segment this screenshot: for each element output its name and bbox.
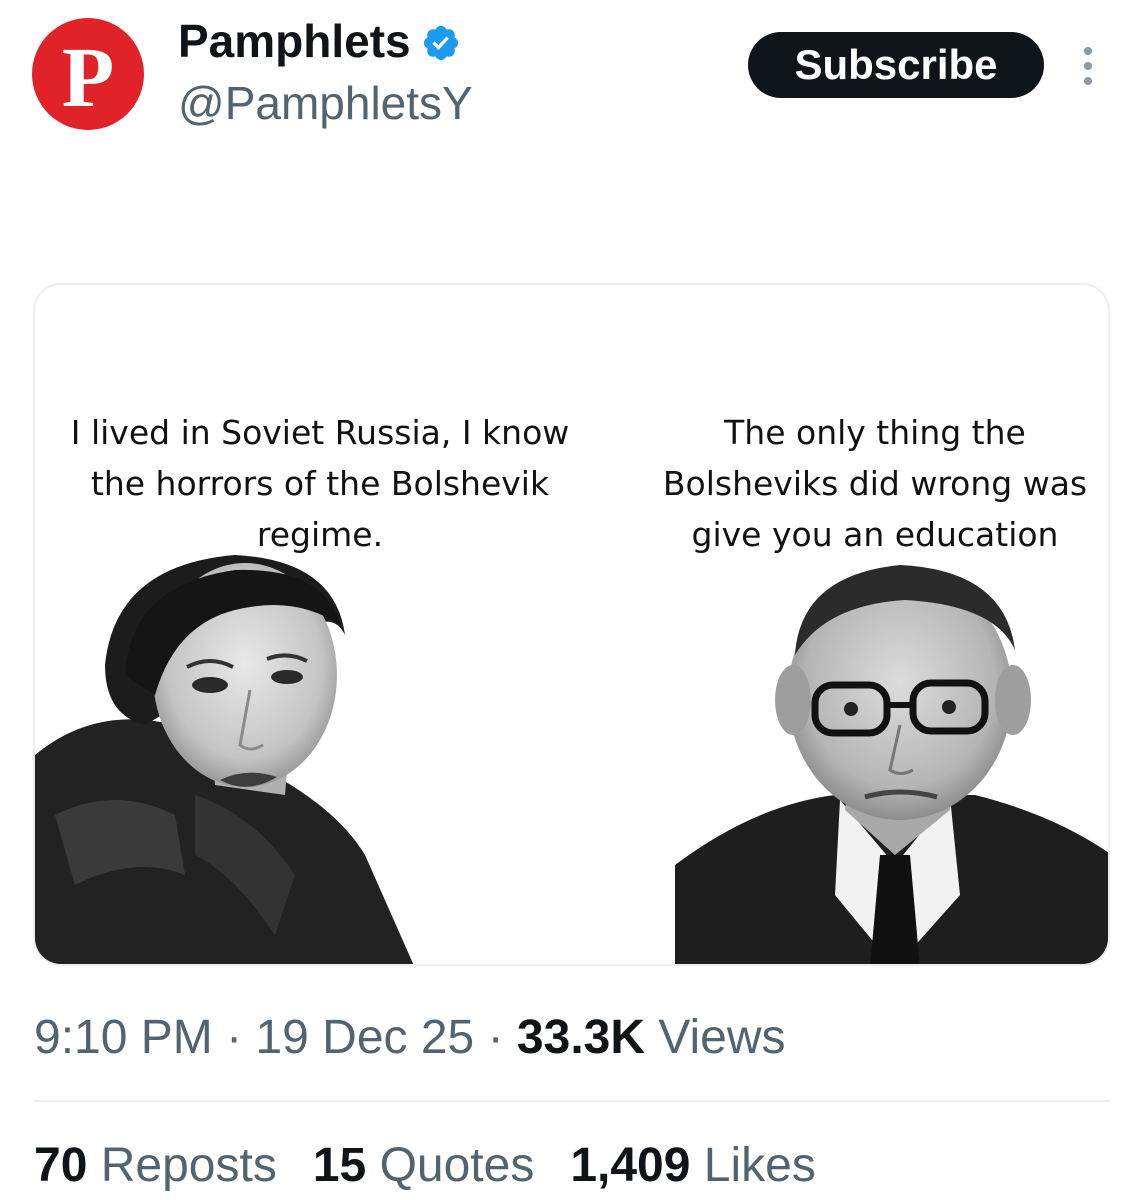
avatar[interactable]: P: [32, 18, 144, 130]
reposts-label: Reposts: [100, 1139, 277, 1192]
likes-count: 1,409: [570, 1139, 691, 1192]
likes-stat[interactable]: 1,409 Likes: [570, 1138, 816, 1193]
reposts-stat[interactable]: 70 Reposts: [34, 1138, 277, 1193]
meta-separator: ·: [226, 1011, 243, 1064]
quotes-count: 15: [312, 1139, 367, 1192]
meme-caption-left: I lived in Soviet Russia, I know the hor…: [70, 413, 570, 554]
engagement-stats: 70 Reposts 15 Quotes 1,409 Likes: [34, 1138, 816, 1193]
views-label: Views: [658, 1011, 786, 1064]
portrait-man-image: [675, 565, 1108, 964]
quotes-stat[interactable]: 15 Quotes: [313, 1138, 535, 1193]
verified-badge-icon: [423, 25, 458, 61]
views-count: 33.3K: [516, 1011, 646, 1064]
likes-label: Likes: [703, 1139, 816, 1192]
meta-separator: ·: [487, 1011, 504, 1064]
post-meta: 9:10 PM · 19 Dec 25 · 33.3K Views: [34, 1010, 786, 1065]
author-display-name[interactable]: Pamphlets: [178, 14, 411, 68]
reposts-count: 70: [34, 1139, 88, 1192]
portrait-woman-image: [35, 555, 414, 964]
divider: [34, 1100, 1110, 1102]
author-name-row[interactable]: Pamphlets: [178, 14, 461, 68]
post-detail: P Pamphlets @PamphletsY Subscribe I live…: [0, 0, 1144, 1200]
post-date[interactable]: 19 Dec 25: [255, 1011, 474, 1064]
post-image[interactable]: I lived in Soviet Russia, I know the hor…: [33, 283, 1110, 966]
post-time[interactable]: 9:10 PM: [34, 1011, 213, 1064]
subscribe-button[interactable]: Subscribe: [748, 32, 1044, 98]
author-handle[interactable]: @PamphletsY: [178, 76, 473, 130]
more-options-icon[interactable]: [1076, 44, 1100, 88]
avatar-logo-letter: P: [61, 29, 115, 125]
meme-caption-right: The only thing the Bolsheviks did wrong …: [662, 413, 1088, 554]
quotes-label: Quotes: [379, 1139, 535, 1192]
